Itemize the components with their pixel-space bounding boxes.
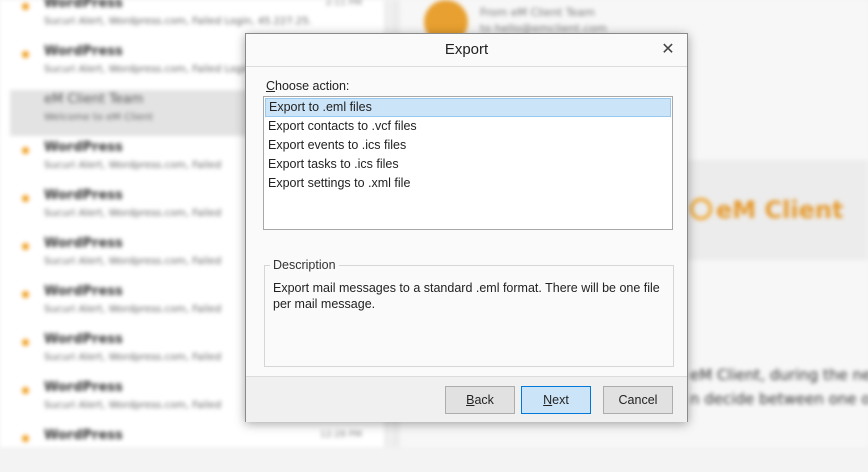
action-item[interactable]: Export events to .ics files: [265, 136, 671, 155]
action-list[interactable]: Export to .eml files Export contacts to .…: [263, 96, 673, 230]
mail-sender: eM Client Team: [44, 92, 144, 107]
em-client-logo-icon: [690, 198, 712, 220]
reading-from: From eM Client Team: [480, 6, 595, 19]
action-item[interactable]: Export to .eml files: [265, 98, 671, 117]
mail-preview: Sucuri Alert, Wordpress.com, Failed Logi…: [44, 16, 312, 27]
dialog-title: Export: [444, 41, 489, 58]
reading-body-line: eM Client, during the ne: [690, 366, 868, 384]
mail-sender: WordPress: [44, 44, 123, 59]
mail-sender: WordPress: [44, 188, 123, 203]
mail-preview: Sucuri Alert, Wordpress.com, Failed: [44, 208, 222, 219]
choose-label-mnemonic: C: [266, 79, 276, 93]
cancel-button[interactable]: Cancel: [603, 386, 673, 414]
mail-preview: Sucuri Alert, Wordpress.com, Failed: [44, 352, 222, 363]
next-mnemonic: N: [543, 393, 553, 407]
mail-preview: Sucuri Alert, Wordpress.com, Failed: [44, 256, 222, 267]
mail-sender: WordPress: [44, 332, 123, 347]
unread-dot-icon: [22, 243, 29, 250]
action-item[interactable]: Export contacts to .vcf files: [265, 117, 671, 136]
unread-dot-icon: [22, 3, 29, 10]
unread-dot-icon: [22, 195, 29, 202]
back-label: ack: [474, 393, 494, 407]
mail-preview: Sucuri Alert, Wordpress.com, Failed: [44, 400, 222, 411]
mail-list-item[interactable]: WordPress 12:28 PM: [10, 426, 376, 472]
back-button[interactable]: Back: [445, 386, 515, 414]
unread-dot-icon: [22, 435, 29, 442]
close-icon[interactable]: ✕: [659, 40, 677, 58]
mail-sender: WordPress: [44, 380, 123, 395]
next-label: ext: [552, 393, 569, 407]
unread-dot-icon: [22, 147, 29, 154]
em-client-logo-text: eM Client: [716, 196, 844, 224]
choose-action-label: Choose action:: [266, 79, 349, 93]
mail-time: 12:28 PM: [320, 430, 362, 440]
unread-dot-icon: [22, 291, 29, 298]
reading-body-line: n decide between one o: [690, 390, 868, 408]
unread-dot-icon: [22, 387, 29, 394]
choose-label-text: hoose action:: [275, 79, 350, 93]
action-item[interactable]: Export settings to .xml file: [265, 174, 671, 193]
mail-sender: WordPress: [44, 284, 123, 299]
unread-dot-icon: [22, 339, 29, 346]
export-dialog: Export ✕ Choose action: Export to .eml f…: [245, 33, 688, 422]
mail-preview: Welcome to eM Client: [44, 112, 154, 123]
dialog-body: Choose action: Export to .eml files Expor…: [246, 66, 687, 377]
mail-sender: WordPress: [44, 140, 123, 155]
mail-preview: Sucuri Alert, Wordpress.com, Failed: [44, 160, 222, 171]
next-button[interactable]: Next: [521, 386, 591, 414]
mail-preview: Sucuri Alert, Wordpress.com, Failed: [44, 304, 222, 315]
mail-time: 2:11 PM: [325, 0, 362, 8]
description-text: Export mail messages to a standard .eml …: [273, 281, 660, 311]
mail-preview: Sucuri Alert, Wordpress.com, Failed Logi…: [44, 64, 252, 75]
mail-sender: WordPress: [44, 236, 123, 251]
unread-dot-icon: [22, 51, 29, 58]
dialog-footer: Back Next Cancel: [246, 376, 687, 422]
mail-sender: WordPress: [44, 428, 123, 443]
action-item[interactable]: Export tasks to .ics files: [265, 155, 671, 174]
mail-sender: WordPress: [44, 0, 123, 11]
description-legend: Description: [270, 258, 339, 272]
